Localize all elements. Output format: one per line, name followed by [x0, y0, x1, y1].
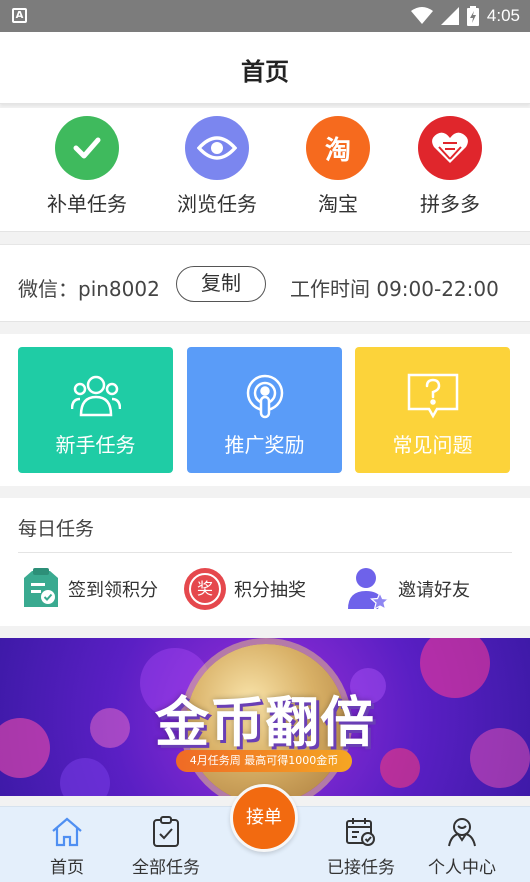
- calendar-icon: [311, 815, 411, 849]
- daily-item-label: 签到领积分: [68, 580, 158, 601]
- daily-tasks-panel: 每日任务 签到领积分 奖 积分抽奖 邀请好友: [0, 498, 530, 626]
- wechat-id: 微信：pin8002: [18, 277, 160, 301]
- lottery-icon: 奖: [184, 568, 226, 610]
- pinduoduo-icon: [418, 116, 482, 180]
- card-newbie-task[interactable]: 新手任务: [18, 347, 173, 473]
- tab-accepted-tasks[interactable]: 已接任务: [311, 815, 411, 878]
- banner-subtitle: 4月任务周 最高可得1000金币: [176, 750, 352, 772]
- daily-item-lottery[interactable]: 奖 积分抽奖: [184, 566, 306, 612]
- clock: 4:05: [486, 6, 520, 25]
- quick-actions: 补单任务 浏览任务 淘 淘宝 拼多多: [0, 108, 530, 232]
- tab-label: 首页: [50, 858, 84, 878]
- user-center-icon: [412, 815, 512, 849]
- quick-action-label: 浏览任务: [177, 192, 257, 216]
- wifi-icon: [410, 7, 433, 24]
- tab-home[interactable]: 首页: [17, 815, 117, 878]
- page-title: 首页: [241, 58, 289, 86]
- tab-label: 个人中心: [428, 858, 496, 878]
- divider: [18, 552, 512, 553]
- work-time: 工作时间 09:00-22:00: [290, 277, 499, 301]
- banner-title: 金币翻倍: [155, 691, 375, 754]
- app-header: 首页: [0, 32, 530, 104]
- quick-action-makeup-task[interactable]: 补单任务: [27, 116, 147, 217]
- card-label: 推广奖励: [224, 433, 305, 457]
- quick-action-label: 补单任务: [47, 192, 127, 216]
- check-icon: [55, 116, 119, 180]
- daily-item-label: 积分抽奖: [234, 580, 306, 601]
- taobao-icon: 淘: [306, 116, 370, 180]
- clipboard-check-icon: [24, 568, 58, 607]
- feature-cards: 新手任务 推广奖励 常见问题: [0, 334, 530, 486]
- eye-icon: [185, 116, 249, 180]
- quick-action-label: 拼多多: [420, 192, 480, 216]
- daily-item-invite[interactable]: 邀请好友: [348, 566, 470, 612]
- users-icon: [18, 373, 173, 419]
- card-label: 新手任务: [55, 433, 136, 457]
- card-faq[interactable]: 常见问题: [355, 347, 510, 473]
- invite-friend-icon: [348, 568, 390, 611]
- promo-banner[interactable]: 金币翻倍 4月任务周 最高可得1000金币: [0, 638, 530, 796]
- home-icon: [17, 815, 117, 849]
- quick-action-label: 淘宝: [318, 192, 358, 216]
- card-promotion-reward[interactable]: 推广奖励: [187, 347, 342, 473]
- tab-personal-center[interactable]: 个人中心: [412, 815, 512, 878]
- broadcast-icon: [187, 373, 342, 419]
- tab-all-tasks[interactable]: 全部任务: [116, 815, 216, 878]
- quick-action-pinduoduo[interactable]: 拼多多: [390, 116, 510, 217]
- battery-icon: [466, 6, 479, 26]
- daily-tasks-title: 每日任务: [18, 518, 95, 540]
- daily-item-signin[interactable]: 签到领积分: [22, 566, 158, 612]
- status-bar: A 4:05: [0, 0, 530, 32]
- daily-item-label: 邀请好友: [398, 580, 470, 601]
- tab-label: 全部任务: [132, 858, 200, 878]
- question-icon: [355, 373, 510, 419]
- wechat-contact-row: 微信：pin8002 复制 工作时间 09:00-22:00: [0, 244, 530, 322]
- copy-button[interactable]: 复制: [176, 266, 266, 302]
- quick-action-taobao[interactable]: 淘 淘宝: [278, 116, 398, 217]
- quick-action-browse-task[interactable]: 浏览任务: [157, 116, 277, 217]
- card-label: 常见问题: [392, 433, 473, 457]
- tab-label: 已接任务: [327, 858, 395, 878]
- app-notification-icon: A: [12, 8, 27, 23]
- signal-icon: [440, 7, 459, 25]
- accept-order-button[interactable]: 接单: [230, 784, 298, 852]
- clipboard-icon: [116, 815, 216, 849]
